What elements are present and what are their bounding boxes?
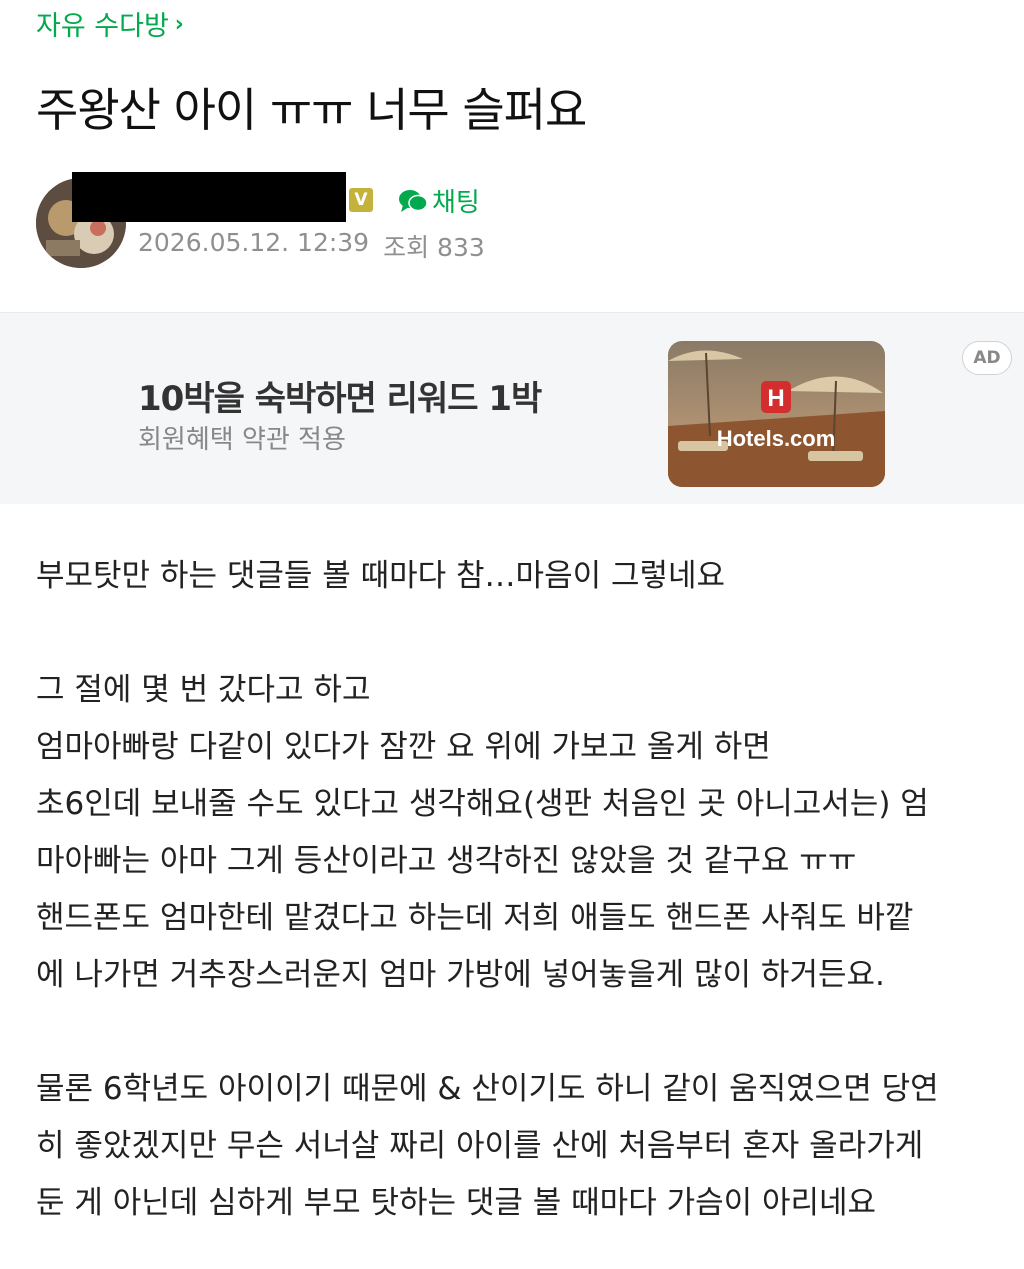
board-category-link[interactable]: 자유 수다방 › [36,4,184,43]
ad-badge[interactable]: AD [962,341,1012,375]
ad-image[interactable]: H Hotels.com [668,341,885,487]
body-line: 초6인데 보내줄 수도 있다고 생각해요(생판 처음인 곳 아니고서는) 엄 [36,786,929,822]
hotels-brand-text: Hotels.com [717,426,836,451]
body-line: 둔 게 아닌데 심하게 부모 탓하는 댓글 볼 때마다 가슴이 아리네요 [36,1185,877,1221]
post-date: 2026.05.12. 12:39 [138,228,370,257]
body-line: 물론 6학년도 아이이기 때문에 & 산이기도 하니 같이 움직였으면 당연 [36,1071,939,1107]
post-page: 자유 수다방 › 주왕산 아이 ㅠㅠ 너무 슬퍼요 V 채팅 2026.05.1… [0,0,1024,1269]
body-line: 핸드폰도 엄마한테 맡겼다고 하는데 저희 애들도 핸드폰 사줘도 바깥 [36,900,914,936]
view-count: 조회 833 [383,233,485,262]
post-body: 부모탓만 하는 댓글들 볼 때마다 참…마음이 그렇네요 그 절에 몇 번 갔다… [36,548,996,1232]
ad-subtext: 회원혜택 약관 적용 [138,425,346,455]
member-level-badge: V [349,188,373,212]
category-label[interactable]: 자유 수다방 [36,4,169,43]
chevron-right-icon: › [174,12,184,37]
body-line: 마아빠는 아마 그게 등산이라고 생각하진 않았을 것 같구요 ㅠㅠ [36,843,857,879]
post-title: 주왕산 아이 ㅠㅠ 너무 슬퍼요 [36,83,587,137]
body-line: 그 절에 몇 번 갔다고 하고 [36,672,371,708]
body-line: 에 나가면 거추장스러운지 엄마 가방에 넣어놓을게 많이 하거든요. [36,957,885,993]
speech-bubble-icon [399,189,428,212]
author-name-redacted [72,172,346,222]
body-line: 히 좋았겠지만 무슨 서너살 짜리 아이를 산에 처음부터 혼자 올라가게 [36,1128,924,1164]
hotels-ad-image: H Hotels.com [668,341,885,487]
hotels-logo-mark: H [767,385,784,412]
ad-banner[interactable]: 10박을 숙박하면 리워드 1박 회원혜택 약관 적용 H Hotels.com… [0,312,1024,504]
chat-button[interactable]: 채팅 [398,182,480,219]
chat-label: 채팅 [432,188,480,218]
ad-headline[interactable]: 10박을 숙박하면 리워드 1박 [138,371,542,420]
body-line: 부모탓만 하는 댓글들 볼 때마다 참…마음이 그렇네요 [36,558,726,594]
post-meta: 2026.05.12. 12:39 조회 833 [138,228,485,264]
body-line: 엄마아빠랑 다같이 있다가 잠깐 요 위에 가보고 올게 하면 [36,729,771,765]
